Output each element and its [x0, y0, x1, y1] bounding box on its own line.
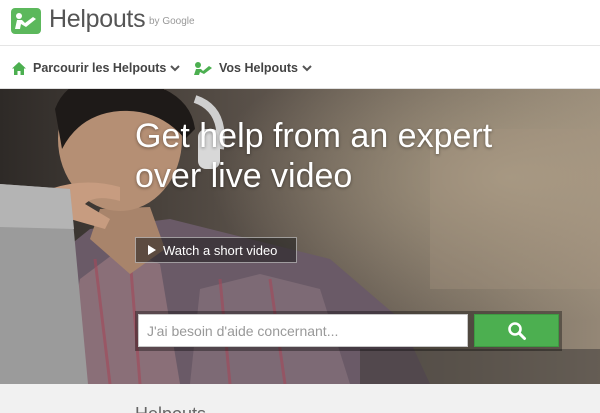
home-icon — [12, 61, 26, 75]
search-bar — [135, 311, 562, 351]
nav-your-helpouts[interactable]: Vos Helpouts — [193, 47, 312, 89]
bottom-section: Helpouts … — [0, 384, 600, 413]
search-button[interactable] — [474, 314, 559, 347]
nav-browse-label: Parcourir les Helpouts — [33, 61, 167, 75]
nav-browse-helpouts[interactable]: Parcourir les Helpouts — [11, 47, 181, 89]
bottom-heading: Helpouts … — [135, 404, 229, 413]
nav-your-helpouts-label: Vos Helpouts — [219, 61, 298, 75]
play-icon — [148, 245, 156, 255]
helpouts-user-icon — [194, 61, 212, 75]
hero-title: Get help from an expert over live video — [135, 117, 493, 195]
search-icon — [507, 321, 526, 340]
helpouts-logo-icon[interactable] — [11, 8, 41, 34]
chevron-down-icon — [170, 65, 181, 72]
chevron-down-icon — [302, 65, 312, 72]
brand-name[interactable]: Helpouts — [49, 5, 146, 34]
watch-video-label: Watch a short video — [163, 242, 278, 258]
header: Helpouts by Google — [0, 0, 600, 46]
watch-video-button[interactable]: Watch a short video — [135, 237, 297, 263]
main-nav: Parcourir les Helpouts Vos Helpouts — [0, 47, 600, 89]
brand-by-label: by Google — [149, 16, 195, 27]
hero-banner: Get help from an expert over live video … — [0, 89, 600, 384]
search-input[interactable] — [138, 314, 468, 347]
